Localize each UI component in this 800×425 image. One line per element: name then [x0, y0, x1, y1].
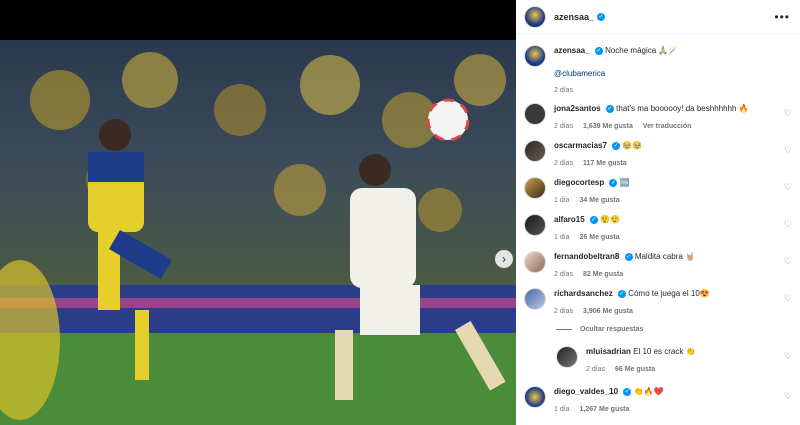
comment-username[interactable]: oscarmacias7	[554, 141, 607, 150]
comment-text: Cómo te juega el 10😍	[628, 289, 710, 298]
heart-icon[interactable]: ♡	[784, 219, 792, 230]
caption-text: Noche mágica 🙏🏼🪄	[605, 46, 679, 55]
comment-item: diego_valdes_10 ✓ 👏🔥❤️ 1 día 1,267 Me gu…	[524, 386, 794, 415]
comment-text: 🆒	[619, 178, 630, 187]
heart-icon[interactable]: ♡	[784, 256, 792, 267]
comment-text: 🥹🥹	[622, 141, 643, 150]
heart-icon[interactable]: ♡	[784, 351, 792, 362]
commenter-avatar[interactable]	[524, 251, 546, 273]
reply-text: El 10 es crack 👏	[633, 347, 696, 356]
replies-divider	[556, 329, 572, 330]
heart-icon[interactable]: ♡	[784, 108, 792, 119]
comment-item: jona2santos ✓ that's ma boooooy! da besh…	[524, 103, 794, 132]
comment-item: alfaro15 ✓ 😮‍💨😮‍💨 1 día 26 Me gusta ♡	[524, 214, 794, 243]
author-avatar[interactable]	[524, 45, 546, 67]
comment-time: 1 día	[554, 406, 570, 413]
comment-time: 1 día	[554, 197, 570, 204]
reply-username[interactable]: mluisadrian	[586, 347, 631, 356]
comment-item: fernandobeltran8 ✓ Maldita cabra 🤘🏼 2 dí…	[524, 251, 794, 280]
verified-badge-icon: ✓	[624, 252, 633, 261]
comment-username[interactable]: diego_valdes_10	[554, 387, 618, 396]
verified-badge-icon: ✓	[623, 387, 632, 396]
comment-time: 1 día	[554, 234, 570, 241]
verified-badge-icon: ✓	[605, 104, 614, 113]
verified-badge-icon: ✓	[594, 46, 603, 55]
post-sidebar: azensaa_ ✓ ••• azensaa_ ✓ Noche mágica 🙏…	[516, 0, 800, 425]
verified-badge-icon: ✓	[609, 178, 618, 187]
comment-text: that's ma boooooy! da beshhhhhh 🔥	[616, 104, 749, 113]
comment-username[interactable]: alfaro15	[554, 215, 585, 224]
soccer-photo-image	[0, 52, 516, 425]
verified-badge-icon: ✓	[597, 12, 606, 21]
caption-time: 2 días	[554, 87, 574, 94]
caption-username[interactable]: azensaa_	[554, 46, 590, 55]
comment-time: 2 días	[554, 123, 574, 130]
comment-likes[interactable]: 82 Me gusta	[583, 271, 623, 278]
heart-icon[interactable]: ♡	[784, 391, 792, 402]
hide-replies-label: Ocultar respuestas	[580, 326, 644, 333]
comment-likes[interactable]: 1,267 Me gusta	[580, 406, 630, 413]
see-translation-link[interactable]: Ver traducción	[643, 123, 692, 130]
heart-icon[interactable]: ♡	[784, 145, 792, 156]
comment-time: 2 días	[554, 308, 574, 315]
more-options-icon[interactable]: •••	[774, 10, 790, 24]
commenter-avatar[interactable]	[556, 346, 578, 368]
commenter-avatar[interactable]	[524, 177, 546, 199]
verified-badge-icon: ✓	[589, 215, 598, 224]
comment-username[interactable]: diegocortesp	[554, 178, 604, 187]
reply-item: mluisadrian El 10 es crack 👏 2 días 66 M…	[556, 346, 794, 375]
comment-item: diegocortesp ✓ 🆒 1 día 34 Me gusta ♡	[524, 177, 794, 206]
comment-username[interactable]: richardsanchez	[554, 289, 613, 298]
comment-likes[interactable]: 117 Me gusta	[583, 160, 627, 167]
comment-likes[interactable]: 3,906 Me gusta	[583, 308, 633, 315]
author-username[interactable]: azensaa_	[554, 12, 594, 22]
verified-badge-icon: ✓	[612, 141, 621, 150]
author-avatar[interactable]	[524, 5, 546, 28]
reply-likes[interactable]: 66 Me gusta	[615, 366, 655, 373]
comment-text: Maldita cabra 🤘🏼	[634, 252, 696, 261]
reply-time: 2 días	[586, 366, 606, 373]
comment-username[interactable]: jona2santos	[554, 104, 601, 113]
comment-text: 👏🔥❤️	[633, 387, 664, 396]
heart-icon[interactable]: ♡	[784, 293, 792, 304]
heart-icon[interactable]: ♡	[784, 182, 792, 193]
comment-likes[interactable]: 26 Me gusta	[580, 234, 620, 241]
mention-link[interactable]: @clubamerica	[554, 68, 794, 79]
chevron-right-icon: ›	[502, 252, 506, 266]
comment-text: 😮‍💨😮‍💨	[600, 215, 621, 224]
commenter-avatar[interactable]	[524, 214, 546, 236]
comment-time: 2 días	[554, 160, 574, 167]
commenter-avatar[interactable]	[524, 103, 546, 125]
comment-item: richardsanchez ✓ Cómo te juega el 10😍 2 …	[524, 288, 794, 317]
verified-badge-icon: ✓	[617, 289, 626, 298]
comment-item: oscarmacias7 ✓ 🥹🥹 2 días 117 Me gusta ♡	[524, 140, 794, 169]
commenter-avatar[interactable]	[524, 140, 546, 162]
comment-time: 2 días	[554, 271, 574, 278]
comment-username[interactable]: fernandobeltran8	[554, 252, 619, 261]
commenter-avatar[interactable]	[524, 386, 546, 408]
carousel-next-button[interactable]: ›	[495, 250, 513, 268]
post-media: ›	[0, 0, 516, 425]
post-photo	[0, 40, 516, 425]
post-header: azensaa_ ✓ •••	[516, 0, 800, 34]
comment-likes[interactable]: 1,639 Me gusta	[583, 123, 633, 130]
post-caption: azensaa_ ✓ Noche mágica 🙏🏼🪄 @clubamerica…	[524, 45, 794, 96]
comment-likes[interactable]: 34 Me gusta	[580, 197, 620, 204]
commenter-avatar[interactable]	[524, 288, 546, 310]
hide-replies-button[interactable]: Ocultar respuestas	[556, 326, 643, 333]
